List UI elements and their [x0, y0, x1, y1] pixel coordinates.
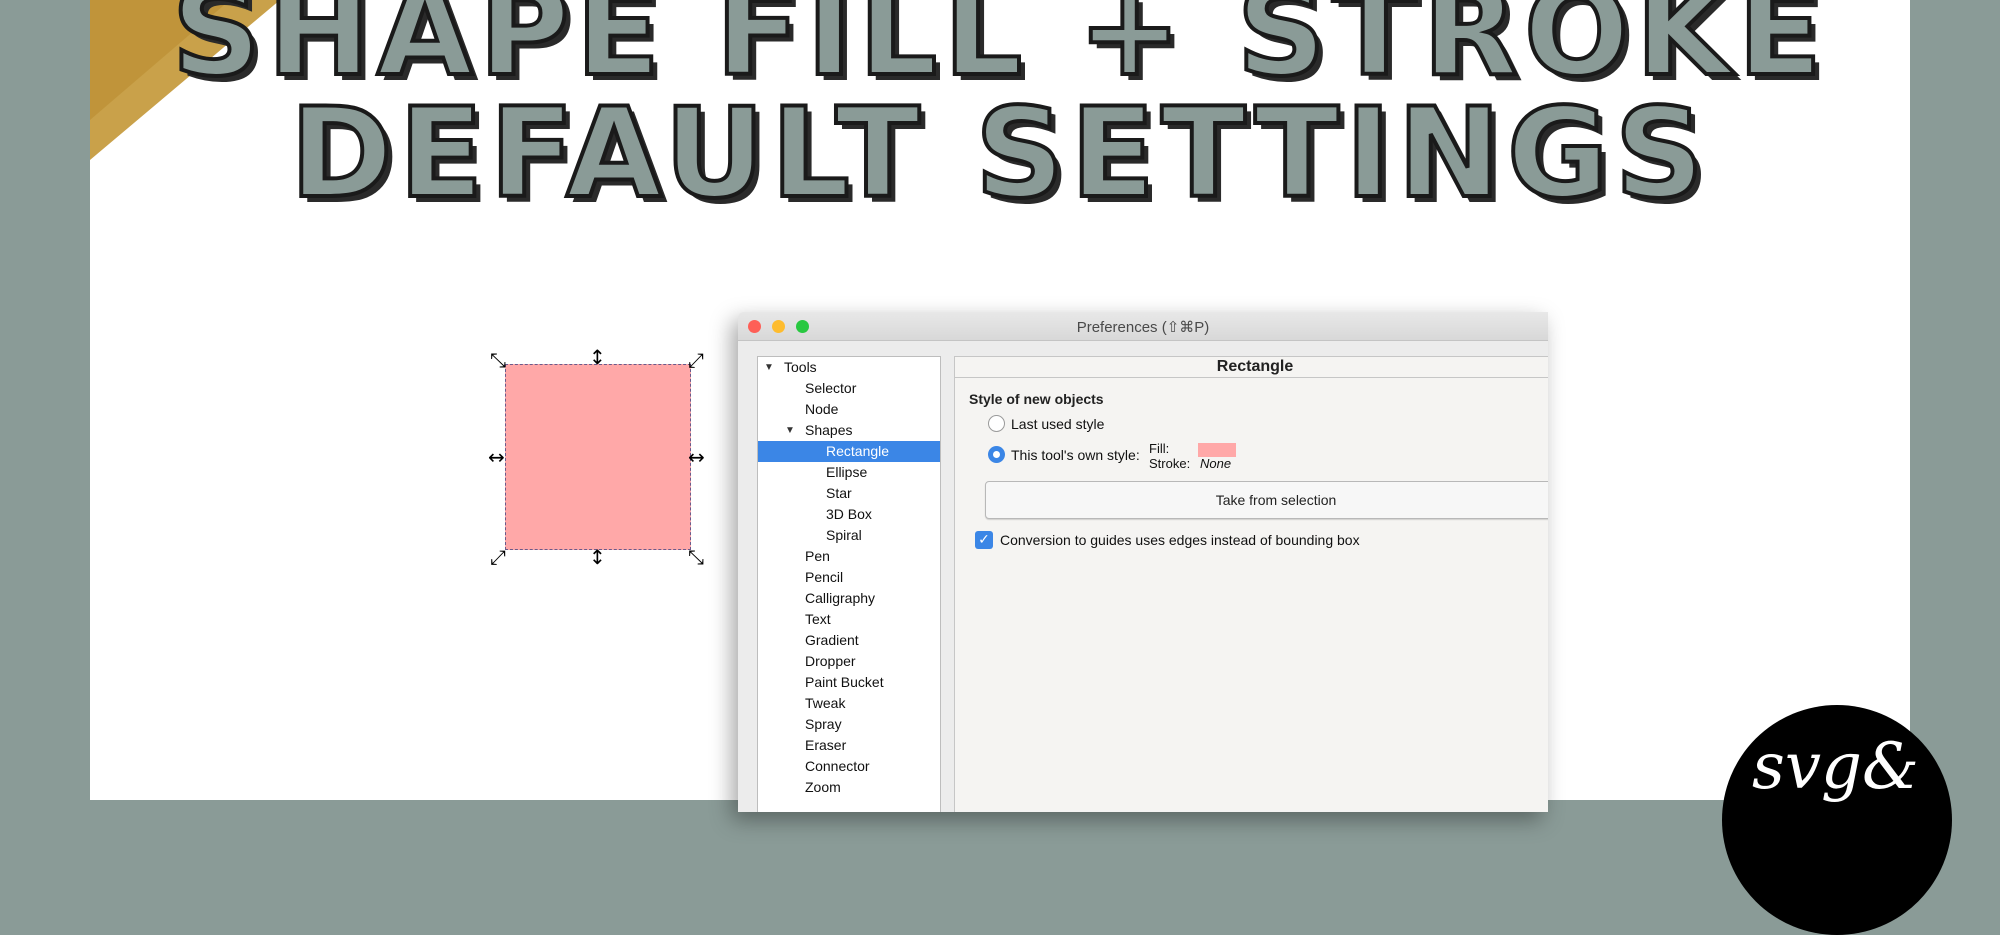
tree-item-eraser[interactable]: Eraser: [758, 735, 940, 756]
resize-handle-n-icon[interactable]: ↕: [589, 347, 606, 367]
last-used-style-radio[interactable]: [988, 415, 1005, 432]
tree-item-paint-bucket[interactable]: Paint Bucket: [758, 672, 940, 693]
resize-handle-ne-icon[interactable]: ⤢: [688, 350, 704, 370]
fill-color-swatch[interactable]: [1198, 443, 1236, 457]
tree-item-spray[interactable]: Spray: [758, 714, 940, 735]
fill-label: Fill:: [1149, 441, 1170, 456]
brand-logo-text: svg&: [1752, 730, 1919, 804]
triangle-down-icon[interactable]: ▼: [785, 420, 795, 441]
preferences-content-pane: Rectangle Style of new objects Last used…: [954, 356, 1548, 812]
tree-item-node[interactable]: Node: [758, 399, 940, 420]
tree-item-tools[interactable]: ▼ Tools: [758, 357, 940, 378]
tree-item-pen[interactable]: Pen: [758, 546, 940, 567]
tree-item-rectangle[interactable]: Rectangle: [758, 441, 940, 462]
tree-item-star[interactable]: Star: [758, 483, 940, 504]
tree-item-text[interactable]: Text: [758, 609, 940, 630]
resize-handle-s-icon[interactable]: ↕: [589, 547, 606, 567]
resize-handle-sw-icon[interactable]: ⤢: [490, 547, 506, 567]
resize-handle-w-icon[interactable]: ↔: [488, 447, 505, 467]
tree-item-3d-box[interactable]: 3D Box: [758, 504, 940, 525]
title-line-2: DEFAULT SETTINGS: [288, 82, 1711, 226]
tree-item-selector[interactable]: Selector: [758, 378, 940, 399]
tree-item-dropper[interactable]: Dropper: [758, 651, 940, 672]
title-line-1: SHAPE FILL + STROKE: [170, 0, 1829, 104]
content-heading: Rectangle: [955, 357, 1548, 378]
tree-item-spiral[interactable]: Spiral: [758, 525, 940, 546]
tree-item-tweak[interactable]: Tweak: [758, 693, 940, 714]
resize-handle-e-icon[interactable]: ↔: [688, 447, 705, 467]
take-from-selection-button[interactable]: Take from selection: [985, 481, 1548, 519]
conversion-guides-label[interactable]: Conversion to guides uses edges instead …: [1000, 532, 1360, 548]
tree-item-shapes[interactable]: ▼ Shapes: [758, 420, 940, 441]
tree-item-zoom[interactable]: Zoom: [758, 777, 940, 798]
resize-handle-nw-icon[interactable]: ⤡: [490, 350, 506, 370]
conversion-guides-checkbox[interactable]: ✓: [975, 531, 993, 549]
section-title: Style of new objects: [969, 391, 1104, 407]
last-used-style-label[interactable]: Last used style: [1011, 416, 1104, 432]
own-style-label[interactable]: This tool's own style:: [1011, 447, 1140, 463]
tree-item-pencil[interactable]: Pencil: [758, 567, 940, 588]
stroke-value: None: [1200, 456, 1232, 471]
stroke-label: Stroke:: [1149, 456, 1191, 471]
tree-item-calligraphy[interactable]: Calligraphy: [758, 588, 940, 609]
preferences-tree: ▼ Tools Selector Node ▼ Shapes Rectangle…: [757, 356, 941, 812]
own-style-radio[interactable]: [988, 446, 1005, 463]
window-titlebar[interactable]: Preferences (⇧⌘P): [738, 312, 1548, 341]
tree-item-gradient[interactable]: Gradient: [758, 630, 940, 651]
triangle-down-icon[interactable]: ▼: [764, 357, 774, 378]
preferences-window: Preferences (⇧⌘P) ▼ Tools Selector Node …: [738, 312, 1548, 812]
selected-rectangle-shape[interactable]: [505, 364, 691, 550]
window-title: Preferences (⇧⌘P): [1076, 319, 1210, 336]
tree-item-ellipse[interactable]: Ellipse: [758, 462, 940, 483]
tree-item-connector[interactable]: Connector: [758, 756, 940, 777]
resize-handle-se-icon[interactable]: ⤡: [688, 547, 704, 567]
